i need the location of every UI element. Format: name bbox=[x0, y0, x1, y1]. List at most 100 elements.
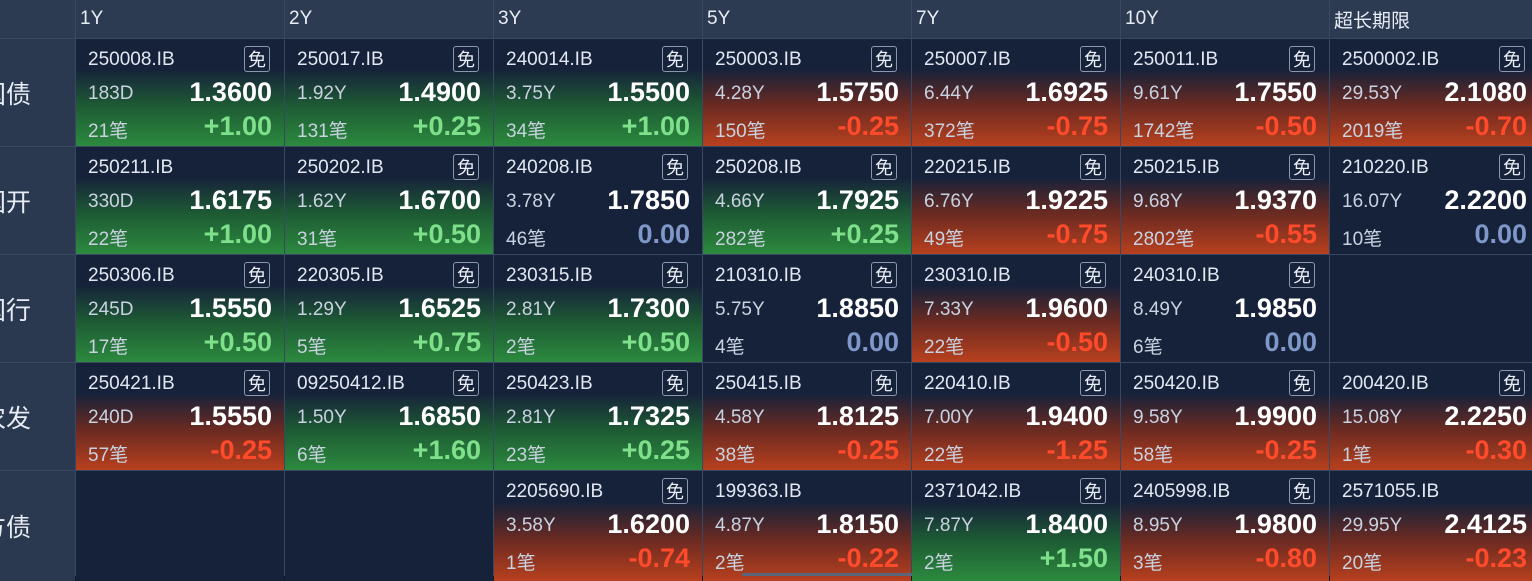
trade-count: 6笔 bbox=[297, 445, 327, 466]
tax-exempt-badge: 免 bbox=[453, 46, 479, 72]
yield-change: -0.74 bbox=[628, 543, 690, 573]
quote-cell[interactable]: 250017.IB 1.92Y 1.4900 131笔 +0.25 免 bbox=[285, 39, 493, 146]
trade-count: 10笔 bbox=[1342, 229, 1383, 250]
yield-change: -0.22 bbox=[837, 543, 899, 573]
quote-cell[interactable]: 210220.IB 16.07Y 2.2200 10笔 0.00 免 bbox=[1330, 147, 1532, 254]
quote-cell[interactable]: 220305.IB 1.29Y 1.6525 5笔 +0.75 免 bbox=[285, 255, 493, 362]
quote-cell[interactable]: 250306.IB 245D 1.5550 17笔 +0.50 免 bbox=[76, 255, 284, 362]
column-header-3y[interactable]: 3Y bbox=[494, 0, 702, 38]
trade-count: 38笔 bbox=[715, 445, 756, 466]
bond-code: 250202.IB bbox=[297, 157, 384, 178]
remaining-term: 330D bbox=[88, 191, 134, 212]
tax-exempt-badge: 免 bbox=[662, 262, 688, 288]
yield-change: -0.75 bbox=[1046, 111, 1108, 141]
tax-exempt-badge: 免 bbox=[453, 154, 479, 180]
trade-count: 49笔 bbox=[924, 229, 965, 250]
quote-cell[interactable]: 220410.IB 7.00Y 1.9400 22笔 -1.25 免 bbox=[912, 363, 1120, 470]
yield-value: 1.8850 bbox=[816, 293, 899, 323]
quote-cell[interactable]: 240014.IB 3.75Y 1.5500 34笔 +1.00 免 bbox=[494, 39, 702, 146]
yield-value: 1.6925 bbox=[1025, 77, 1108, 107]
quote-cell[interactable]: 250011.IB 9.61Y 1.7550 1742笔 -0.50 免 bbox=[1121, 39, 1329, 146]
column-header-ultra-long[interactable]: 超长期限 bbox=[1330, 0, 1532, 38]
row-label[interactable]: 国债 bbox=[0, 39, 75, 146]
bond-code: 220215.IB bbox=[924, 157, 1011, 178]
yield-change: -0.50 bbox=[1255, 111, 1317, 141]
row-label[interactable]: 农发 bbox=[0, 363, 75, 470]
quote-cell[interactable]: 250423.IB 2.81Y 1.7325 23笔 +0.25 免 bbox=[494, 363, 702, 470]
tax-exempt-badge: 免 bbox=[1080, 46, 1106, 72]
quote-cell[interactable]: 220215.IB 6.76Y 1.9225 49笔 -0.75 免 bbox=[912, 147, 1120, 254]
quote-cell[interactable]: 250003.IB 4.28Y 1.5750 150笔 -0.25 免 bbox=[703, 39, 911, 146]
quote-cell[interactable]: 250215.IB 9.68Y 1.9370 2802笔 -0.55 免 bbox=[1121, 147, 1329, 254]
bond-code: 220410.IB bbox=[924, 373, 1011, 394]
quote-cell[interactable]: 2371042.IB 7.87Y 1.8400 2笔 +1.50 免 bbox=[912, 471, 1120, 581]
quote-cell[interactable]: 200420.IB 15.08Y 2.2250 1笔 -0.30 免 bbox=[1330, 363, 1532, 470]
row-label[interactable]: 国行 bbox=[0, 255, 75, 362]
remaining-term: 2.81Y bbox=[506, 407, 556, 428]
quote-cell[interactable]: 240310.IB 8.49Y 1.9850 6笔 0.00 免 bbox=[1121, 255, 1329, 362]
tax-exempt-badge: 免 bbox=[1080, 478, 1106, 504]
yield-value: 2.4125 bbox=[1444, 509, 1527, 539]
yield-change: +0.25 bbox=[621, 435, 690, 465]
column-header-5y[interactable]: 5Y bbox=[703, 0, 911, 38]
column-header-7y[interactable]: 7Y bbox=[912, 0, 1120, 38]
column-header-1y[interactable]: 1Y bbox=[76, 0, 284, 38]
quote-cell[interactable]: 250421.IB 240D 1.5550 57笔 -0.25 免 bbox=[76, 363, 284, 470]
yield-change: +0.25 bbox=[830, 219, 899, 249]
yield-change: +0.50 bbox=[412, 219, 481, 249]
trade-count: 22笔 bbox=[88, 229, 129, 250]
remaining-term: 1.50Y bbox=[297, 407, 347, 428]
bond-code: 2371042.IB bbox=[924, 481, 1022, 502]
bond-code: 2500002.IB bbox=[1342, 49, 1440, 70]
quote-cell[interactable]: 250008.IB 183D 1.3600 21笔 +1.00 免 bbox=[76, 39, 284, 146]
yield-value: 1.5750 bbox=[816, 77, 899, 107]
remaining-term: 183D bbox=[88, 83, 134, 104]
quote-cell[interactable]: 250415.IB 4.58Y 1.8125 38笔 -0.25 免 bbox=[703, 363, 911, 470]
quote-cell[interactable]: 250007.IB 6.44Y 1.6925 372笔 -0.75 免 bbox=[912, 39, 1120, 146]
tax-exempt-badge: 免 bbox=[1080, 154, 1106, 180]
yield-change: -0.25 bbox=[210, 435, 272, 465]
row-label[interactable]: 国开 bbox=[0, 147, 75, 254]
quote-cell[interactable]: 250202.IB 1.62Y 1.6700 31笔 +0.50 免 bbox=[285, 147, 493, 254]
remaining-term: 7.00Y bbox=[924, 407, 974, 428]
remaining-term: 8.49Y bbox=[1133, 299, 1183, 320]
trade-count: 2笔 bbox=[715, 553, 745, 574]
quote-cell[interactable]: 250211.IB 330D 1.6175 22笔 +1.00 bbox=[76, 147, 284, 254]
remaining-term: 7.33Y bbox=[924, 299, 974, 320]
row-label-text: 国行 bbox=[0, 296, 31, 325]
quote-cell[interactable]: 230315.IB 2.81Y 1.7300 2笔 +0.50 免 bbox=[494, 255, 702, 362]
bond-code: 210310.IB bbox=[715, 265, 802, 286]
remaining-term: 1.62Y bbox=[297, 191, 347, 212]
quote-cell[interactable]: 240208.IB 3.78Y 1.7850 46笔 0.00 免 bbox=[494, 147, 702, 254]
yield-change: -0.25 bbox=[837, 435, 899, 465]
quote-cell[interactable]: 2405998.IB 8.95Y 1.9800 3笔 -0.80 免 bbox=[1121, 471, 1329, 581]
trade-count: 20笔 bbox=[1342, 553, 1383, 574]
tax-exempt-badge: 免 bbox=[871, 370, 897, 396]
quote-cell[interactable]: 250208.IB 4.66Y 1.7925 282笔 +0.25 免 bbox=[703, 147, 911, 254]
tax-exempt-badge: 免 bbox=[662, 478, 688, 504]
quote-cell[interactable]: 09250412.IB 1.50Y 1.6850 6笔 +1.60 免 bbox=[285, 363, 493, 470]
row-label[interactable]: 地方债 bbox=[0, 471, 75, 581]
tax-exempt-badge: 免 bbox=[1289, 46, 1315, 72]
quote-cell[interactable]: 199363.IB 4.87Y 1.8150 2笔 -0.22 bbox=[703, 471, 911, 581]
quote-cell[interactable]: 250420.IB 9.58Y 1.9900 58笔 -0.25 免 bbox=[1121, 363, 1329, 470]
tax-exempt-badge: 免 bbox=[244, 46, 270, 72]
yield-value: 1.6850 bbox=[398, 401, 481, 431]
yield-value: 1.8400 bbox=[1025, 509, 1108, 539]
column-header-10y[interactable]: 10Y bbox=[1121, 0, 1329, 38]
quote-cell[interactable]: 2205690.IB 3.58Y 1.6200 1笔 -0.74 免 bbox=[494, 471, 702, 581]
bond-code: 250008.IB bbox=[88, 49, 175, 70]
bond-code: 230315.IB bbox=[506, 265, 593, 286]
quote-cell[interactable]: 230310.IB 7.33Y 1.9600 22笔 -0.50 免 bbox=[912, 255, 1120, 362]
yield-value: 1.9225 bbox=[1025, 185, 1108, 215]
row-label-text: 农发 bbox=[0, 404, 31, 433]
yield-value: 1.5500 bbox=[607, 77, 690, 107]
quote-cell[interactable]: 2571055.IB 29.95Y 2.4125 20笔 -0.23 bbox=[1330, 471, 1532, 581]
column-header-2y[interactable]: 2Y bbox=[285, 0, 493, 38]
bond-code: 250003.IB bbox=[715, 49, 802, 70]
yield-change: +1.00 bbox=[203, 111, 272, 141]
tax-exempt-badge: 免 bbox=[1499, 46, 1525, 72]
quote-cell[interactable]: 210310.IB 5.75Y 1.8850 4笔 0.00 免 bbox=[703, 255, 911, 362]
tax-exempt-badge: 免 bbox=[1080, 370, 1106, 396]
quote-cell[interactable]: 2500002.IB 29.53Y 2.1080 2019笔 -0.70 免 bbox=[1330, 39, 1532, 146]
